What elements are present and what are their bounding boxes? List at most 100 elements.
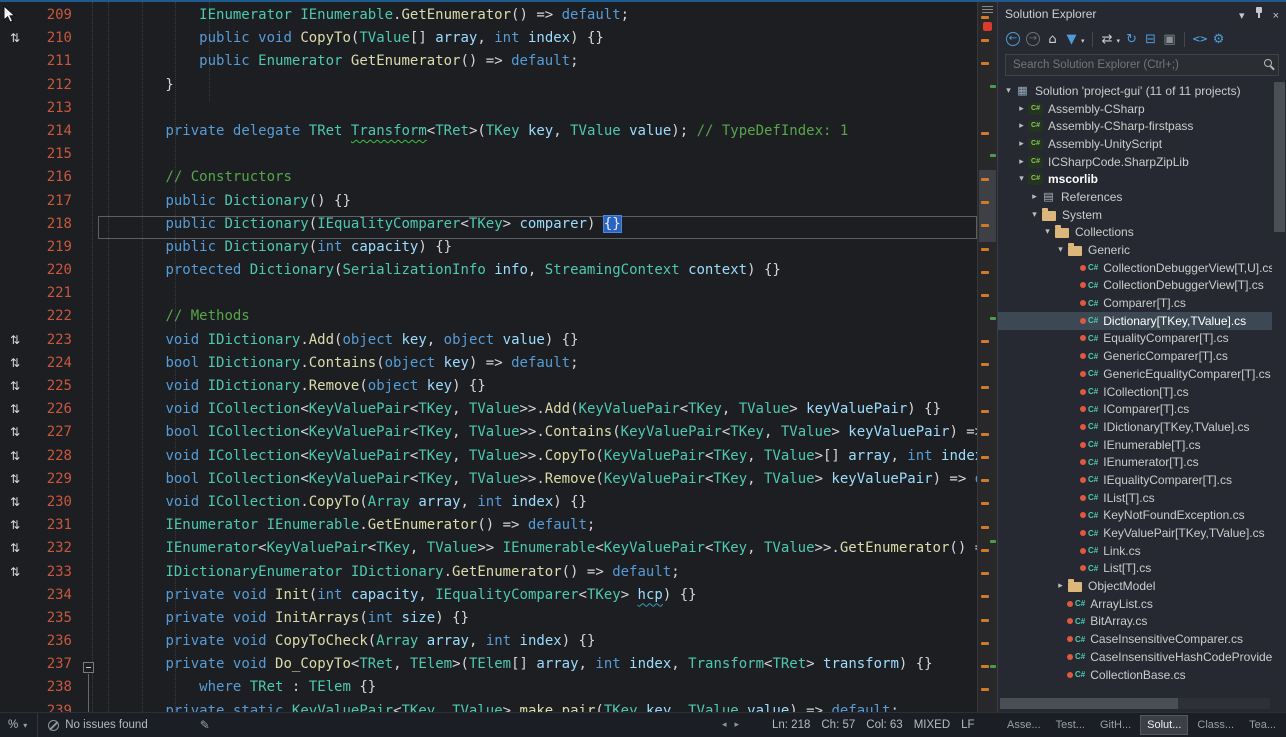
code-line[interactable]: IEnumerator IEnumerable.GetEnumerator() … xyxy=(98,7,977,30)
breakpoint-gutter-cell[interactable] xyxy=(0,53,30,76)
panel-vertical-scrollbar-thumb[interactable] xyxy=(1274,82,1285,232)
breakpoint-gutter-cell[interactable] xyxy=(0,610,30,633)
expanded-arrow-icon[interactable]: ▾ xyxy=(1002,86,1015,96)
tree-item[interactable]: ▸C#Assembly-CSharp xyxy=(998,100,1272,118)
tree-item[interactable]: C#GenericComparer[T].cs xyxy=(998,347,1272,365)
collapsed-arrow-icon[interactable]: ▸ xyxy=(1015,139,1028,149)
window-position-icon[interactable]: ▾ xyxy=(1239,10,1245,22)
breakpoint-gutter-cell[interactable] xyxy=(0,262,30,285)
breakpoint-gutter-cell[interactable]: ⇅ xyxy=(0,355,30,378)
breakpoint-gutter-cell[interactable]: ⇅ xyxy=(0,564,30,587)
refresh-icon[interactable]: ↻ xyxy=(1122,31,1141,48)
code-line[interactable] xyxy=(98,100,977,123)
scroll-left-icon[interactable]: ◂ xyxy=(722,720,727,730)
code-line[interactable]: void ICollection<KeyValuePair<TKey, TVal… xyxy=(98,448,977,471)
tool-window-tab[interactable]: Class... xyxy=(1191,715,1240,735)
navigate-forward-icon[interactable]: → xyxy=(1026,32,1040,46)
tree-item[interactable]: C#IEqualityComparer[T].cs xyxy=(998,471,1272,489)
breakpoint-gutter-cell[interactable]: ⇅ xyxy=(0,448,30,471)
char-indicator[interactable]: Ch: 57 xyxy=(821,719,855,731)
tree-item[interactable]: ▾C#mscorlib xyxy=(998,170,1272,188)
navigate-back-icon[interactable]: ← xyxy=(1006,32,1020,46)
code-text-area[interactable]: IEnumerator IEnumerable.GetEnumerator() … xyxy=(98,2,977,712)
column-indicator[interactable]: Col: 63 xyxy=(866,719,902,731)
properties-icon[interactable]: ▣ xyxy=(1160,31,1179,48)
code-line[interactable]: void ICollection<KeyValuePair<TKey, TVal… xyxy=(98,401,977,424)
tree-item[interactable]: ▸▤References xyxy=(998,188,1272,206)
panel-horizontal-scrollbar-thumb[interactable] xyxy=(1000,698,1178,709)
code-line[interactable]: public Dictionary(IEqualityComparer<TKey… xyxy=(98,216,977,239)
options-wrench-icon[interactable]: ⚙ xyxy=(1209,31,1228,48)
tree-item[interactable]: C#CollectionBase.cs xyxy=(998,666,1272,684)
code-line[interactable]: private void InitArrays(int size) {} xyxy=(98,610,977,633)
breakpoint-gutter-cell[interactable] xyxy=(0,169,30,192)
tree-item[interactable]: ▸ObjectModel xyxy=(998,577,1272,595)
breakpoint-gutter-cell[interactable]: ⇅ xyxy=(0,378,30,401)
breakpoint-gutter-cell[interactable] xyxy=(0,146,30,169)
tree-item[interactable]: C#KeyValuePair[TKey,TValue].cs xyxy=(998,524,1272,542)
code-line[interactable]: private void Init(int capacity, IEqualit… xyxy=(98,587,977,610)
code-line[interactable]: } xyxy=(98,77,977,100)
tree-item[interactable]: C#ICollection[T].cs xyxy=(998,383,1272,401)
tree-item[interactable]: C#Dictionary[TKey,TValue].cs xyxy=(998,312,1272,330)
breakpoint-gutter-cell[interactable]: ⇅ xyxy=(0,540,30,563)
home-icon[interactable]: ⌂ xyxy=(1043,31,1062,48)
breakpoint-gutter-cell[interactable] xyxy=(0,308,30,331)
tree-item[interactable]: ▾▦Solution 'project-gui' (11 of 11 proje… xyxy=(998,82,1272,100)
expanded-arrow-icon[interactable]: ▾ xyxy=(1054,245,1067,255)
tree-item[interactable]: ▾Collections xyxy=(998,224,1272,242)
breakpoint-gutter-cell[interactable] xyxy=(0,193,30,216)
tree-item[interactable]: C#CaseInsensitiveHashCodeProvider.cs xyxy=(998,648,1272,666)
tree-item[interactable]: C#IEnumerator[T].cs xyxy=(998,453,1272,471)
panel-horizontal-scrollbar[interactable] xyxy=(1000,698,1270,709)
tree-item[interactable]: C#GenericEqualityComparer[T].cs xyxy=(998,365,1272,383)
breakpoint-gutter-cell[interactable]: ⇅ xyxy=(0,494,30,517)
code-line[interactable]: public Enumerator GetEnumerator() => def… xyxy=(98,53,977,76)
breakpoint-gutter-cell[interactable] xyxy=(0,77,30,100)
search-input[interactable] xyxy=(1005,54,1279,76)
breakpoint-gutter-cell[interactable] xyxy=(0,656,30,679)
breakpoint-gutter-cell[interactable] xyxy=(0,587,30,610)
code-line[interactable]: private static KeyValuePair<TKey, TValue… xyxy=(98,703,977,712)
code-line[interactable]: public Dictionary(int capacity) {} xyxy=(98,239,977,262)
search-box[interactable] xyxy=(1005,54,1279,76)
code-line[interactable] xyxy=(98,285,977,308)
sync-with-active-document-icon[interactable]: ⇄ xyxy=(1098,31,1117,48)
tree-item[interactable]: ▾System xyxy=(998,206,1272,224)
breakpoint-gutter-cell[interactable] xyxy=(0,703,30,712)
tool-window-tab[interactable]: Asse... xyxy=(1001,715,1047,735)
pencil-icon[interactable]: ✎ xyxy=(200,718,210,732)
breakpoint-gutter-cell[interactable] xyxy=(0,679,30,702)
breakpoint-gutter-cell[interactable] xyxy=(0,239,30,262)
code-line[interactable]: bool ICollection<KeyValuePair<TKey, TVal… xyxy=(98,424,977,447)
code-line[interactable]: where TRet : TElem {} xyxy=(98,679,977,702)
code-line[interactable]: IEnumerator IEnumerable.GetEnumerator() … xyxy=(98,517,977,540)
tool-window-tab[interactable]: GitH... xyxy=(1094,715,1137,735)
code-line[interactable] xyxy=(98,146,977,169)
pending-changes-filter-icon[interactable]: ▼ xyxy=(1062,31,1081,48)
breakpoint-gutter-cell[interactable]: ⇅ xyxy=(0,30,30,53)
splitter-grip-icon[interactable] xyxy=(982,6,993,13)
collapsed-arrow-icon[interactable]: ▸ xyxy=(1015,121,1028,131)
code-line[interactable]: void IDictionary.Add(object key, object … xyxy=(98,332,977,355)
line-ending-indicator[interactable]: LF xyxy=(961,719,974,731)
code-line[interactable]: void IDictionary.Remove(object key) {} xyxy=(98,378,977,401)
code-line[interactable]: private void CopyToCheck(Array array, in… xyxy=(98,633,977,656)
encoding-indicator[interactable]: MIXED xyxy=(914,719,950,731)
expanded-arrow-icon[interactable]: ▾ xyxy=(1041,227,1054,237)
breakpoint-gutter-cell[interactable]: ⇅ xyxy=(0,424,30,447)
glyph-margin[interactable]: ⇅⇅⇅⇅⇅⇅⇅⇅⇅⇅⇅⇅ xyxy=(0,2,30,712)
breakpoint-gutter-cell[interactable] xyxy=(0,216,30,239)
expanded-arrow-icon[interactable]: ▾ xyxy=(1028,210,1041,220)
tree-item[interactable]: C#CaseInsensitiveComparer.cs xyxy=(998,630,1272,648)
tree-item[interactable]: ▸C#Assembly-UnityScript xyxy=(998,135,1272,153)
editor-horizontal-scrollbar[interactable]: ◂ ▸ xyxy=(722,713,739,737)
breakpoint-gutter-cell[interactable]: ⇅ xyxy=(0,401,30,424)
tree-item[interactable]: ▾Generic xyxy=(998,241,1272,259)
tree-item[interactable]: C#Link.cs xyxy=(998,542,1272,560)
tree-item[interactable]: C#CollectionDebuggerView[T,U].cs xyxy=(998,259,1272,277)
code-line[interactable]: // Methods xyxy=(98,308,977,331)
close-icon[interactable]: × xyxy=(1273,10,1279,22)
tree-item[interactable]: C#IList[T].cs xyxy=(998,489,1272,507)
breakpoint-gutter-cell[interactable] xyxy=(0,123,30,146)
